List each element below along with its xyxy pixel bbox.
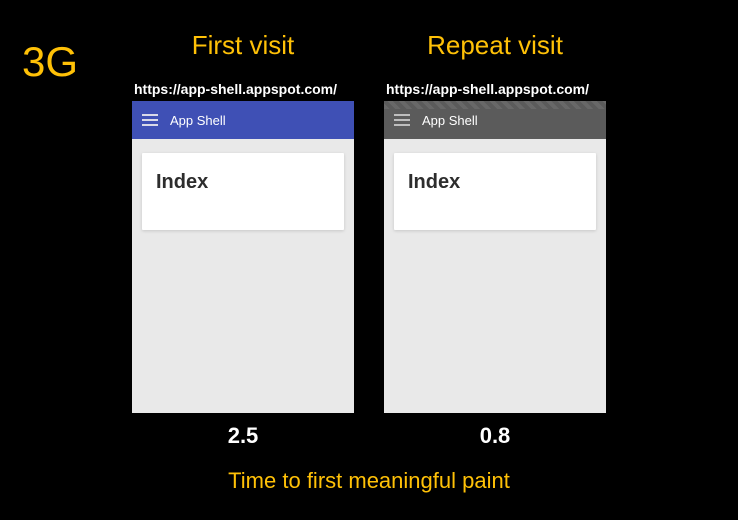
app-bar: App Shell — [384, 101, 606, 139]
hamburger-icon — [142, 114, 158, 126]
time-value: 2.5 — [228, 423, 259, 449]
network-badge: 3G — [22, 38, 78, 86]
app-title: App Shell — [170, 113, 226, 128]
content-card: Index — [394, 153, 596, 230]
page-url: https://app-shell.appspot.com/ — [384, 81, 589, 97]
page-url: https://app-shell.appspot.com/ — [132, 81, 337, 97]
comparison-columns: First visit https://app-shell.appspot.co… — [0, 0, 738, 449]
app-bar: App Shell — [132, 101, 354, 139]
phone-screenshot: App Shell Index — [132, 101, 354, 413]
repeat-visit-column: Repeat visit https://app-shell.appspot.c… — [384, 30, 606, 449]
column-heading: First visit — [192, 30, 295, 61]
content-card: Index — [142, 153, 344, 230]
column-heading: Repeat visit — [427, 30, 563, 61]
time-value: 0.8 — [480, 423, 511, 449]
card-title: Index — [408, 171, 582, 194]
app-title: App Shell — [422, 113, 478, 128]
first-visit-column: First visit https://app-shell.appspot.co… — [132, 30, 354, 449]
card-title: Index — [156, 171, 330, 194]
hamburger-icon — [394, 114, 410, 126]
footer-caption: Time to first meaningful paint — [0, 468, 738, 494]
phone-screenshot: App Shell Index — [384, 101, 606, 413]
